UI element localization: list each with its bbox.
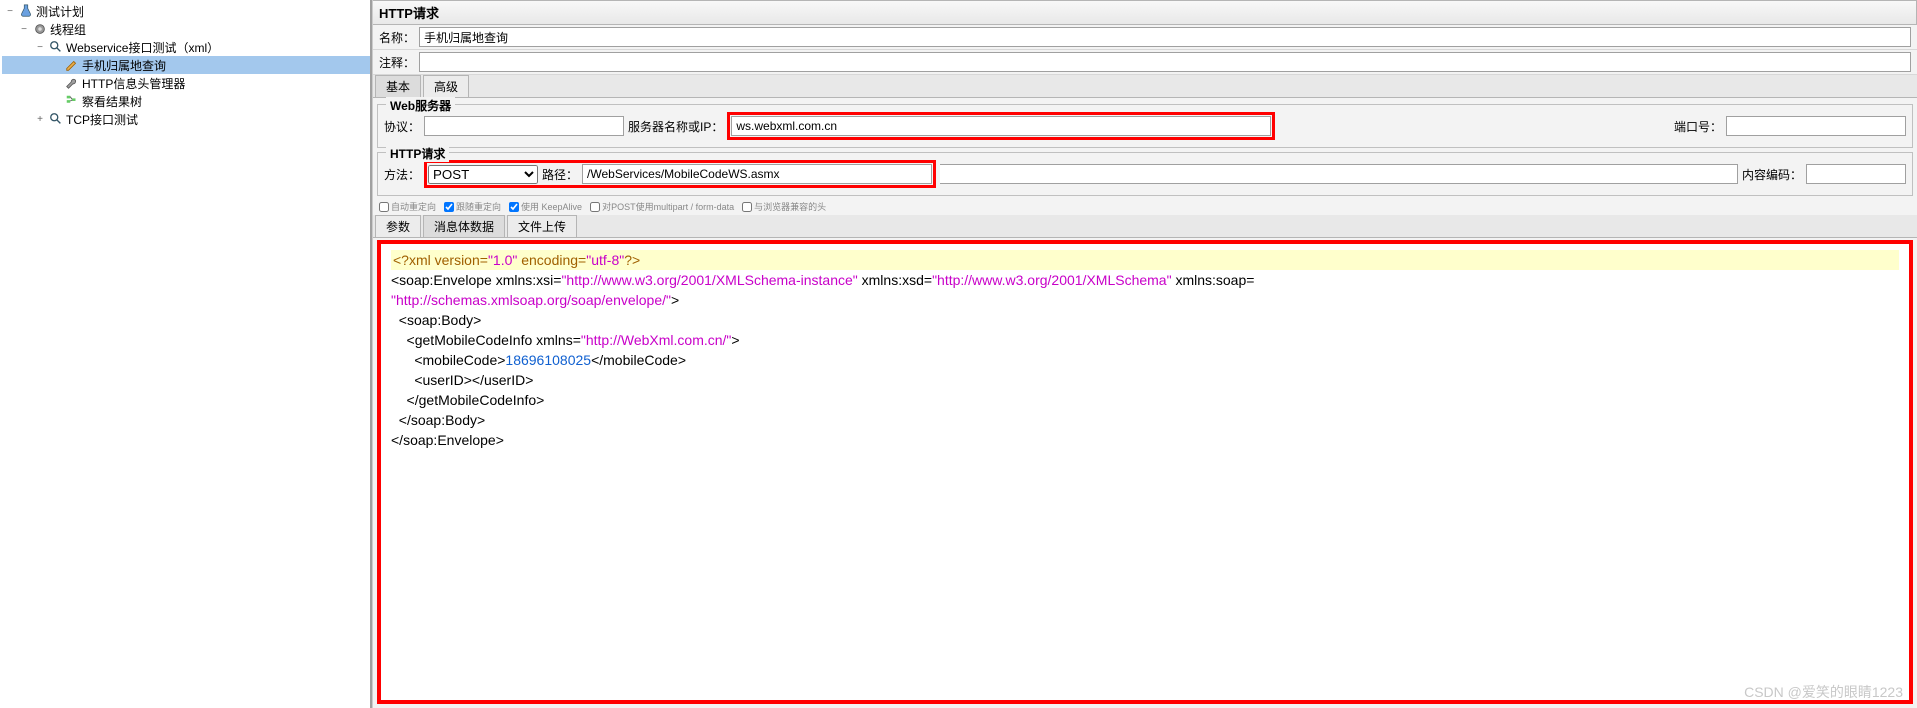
encoding-label: 内容编码： (1742, 166, 1802, 183)
config-tabs: 基本 高级 (373, 75, 1917, 98)
watermark: CSDN @爱笑的眼睛1223 (1744, 682, 1903, 702)
browser-compat-check[interactable]: 与浏览器兼容的头 (742, 200, 826, 213)
config-icon (64, 76, 80, 91)
tree-label: Webservice接口测试（xml） (66, 39, 219, 56)
path-label: 路径： (542, 166, 578, 183)
tree-tcp-test[interactable]: + TCP接口测试 (2, 110, 370, 128)
path-input[interactable] (582, 164, 932, 184)
tree-test-plan[interactable]: − 测试计划 (2, 2, 370, 20)
tree-view-results[interactable]: 察看结果树 (2, 92, 370, 110)
name-row: 名称： (373, 25, 1917, 50)
comment-row: 注释： (373, 50, 1917, 75)
web-server-group: Web服务器 协议： 服务器名称或IP： 端口号： (377, 104, 1913, 148)
collapse-icon[interactable]: − (4, 6, 16, 17)
body-tabs: 参数 消息体数据 文件上传 (373, 215, 1917, 238)
tree-webservice[interactable]: − Webservice接口测试（xml） (2, 38, 370, 56)
http-request-group: HTTP请求 方法： POST 路径： 内容编码： (377, 152, 1913, 196)
tree-label: HTTP信息头管理器 (82, 75, 185, 92)
protocol-input[interactable] (424, 116, 624, 136)
follow-redirect-check[interactable]: 跟随重定向 (444, 200, 501, 213)
collapse-icon[interactable]: − (18, 24, 30, 35)
server-input[interactable] (731, 116, 1271, 136)
tab-body[interactable]: 消息体数据 (423, 215, 505, 237)
collapse-icon[interactable]: − (34, 42, 46, 53)
xml-decl: <?xml version= (393, 252, 488, 268)
tree-label: 测试计划 (36, 3, 84, 20)
server-label: 服务器名称或IP： (628, 118, 723, 135)
flask-icon (18, 4, 34, 19)
port-input[interactable] (1726, 116, 1906, 136)
http-request-legend: HTTP请求 (386, 145, 449, 162)
panel-title: HTTP请求 (373, 0, 1917, 25)
expand-icon[interactable]: + (34, 114, 46, 125)
tree-mobile-query[interactable]: 手机归属地查询 (2, 56, 370, 74)
controller-icon (48, 112, 64, 127)
tree-label: 线程组 (50, 21, 86, 38)
method-label: 方法： (384, 166, 420, 183)
tree-label: TCP接口测试 (66, 111, 138, 128)
controller-icon (48, 40, 64, 55)
gear-icon (32, 22, 48, 37)
comment-input[interactable] (419, 52, 1911, 72)
listener-icon (64, 94, 80, 109)
multipart-check[interactable]: 对POST使用multipart / form-data (590, 200, 734, 213)
web-server-legend: Web服务器 (386, 97, 455, 114)
tab-basic[interactable]: 基本 (375, 75, 421, 97)
tree-thread-group[interactable]: − 线程组 (2, 20, 370, 38)
keepalive-check[interactable]: 使用 KeepAlive (509, 200, 582, 213)
name-input[interactable] (419, 27, 1911, 47)
encoding-input[interactable] (1806, 164, 1906, 184)
name-label: 名称： (379, 29, 415, 46)
auto-redirect-check[interactable]: 自动重定向 (379, 200, 436, 213)
tree-http-header[interactable]: HTTP信息头管理器 (2, 74, 370, 92)
path-input-ext[interactable] (940, 164, 1738, 184)
tree-label: 察看结果树 (82, 93, 142, 110)
body-editor[interactable]: <?xml version="1.0" encoding="utf-8"?> <… (377, 240, 1913, 704)
tab-params[interactable]: 参数 (375, 215, 421, 237)
options-row: 自动重定向 跟随重定向 使用 KeepAlive 对POST使用multipar… (373, 198, 1917, 215)
comment-label: 注释： (379, 54, 415, 71)
tab-upload[interactable]: 文件上传 (507, 215, 577, 237)
tree-panel: − 测试计划 − 线程组 − Webservice接口测试（xml） 手机归属地… (0, 0, 372, 708)
protocol-label: 协议： (384, 118, 420, 135)
tree-label: 手机归属地查询 (82, 57, 166, 74)
main-panel: HTTP请求 名称： 注释： 基本 高级 Web服务器 协议： 服务器名称或IP… (372, 0, 1917, 708)
port-label: 端口号： (1674, 118, 1722, 135)
tab-advanced[interactable]: 高级 (423, 75, 469, 97)
sampler-icon (64, 58, 80, 73)
method-select[interactable]: POST (428, 165, 538, 184)
